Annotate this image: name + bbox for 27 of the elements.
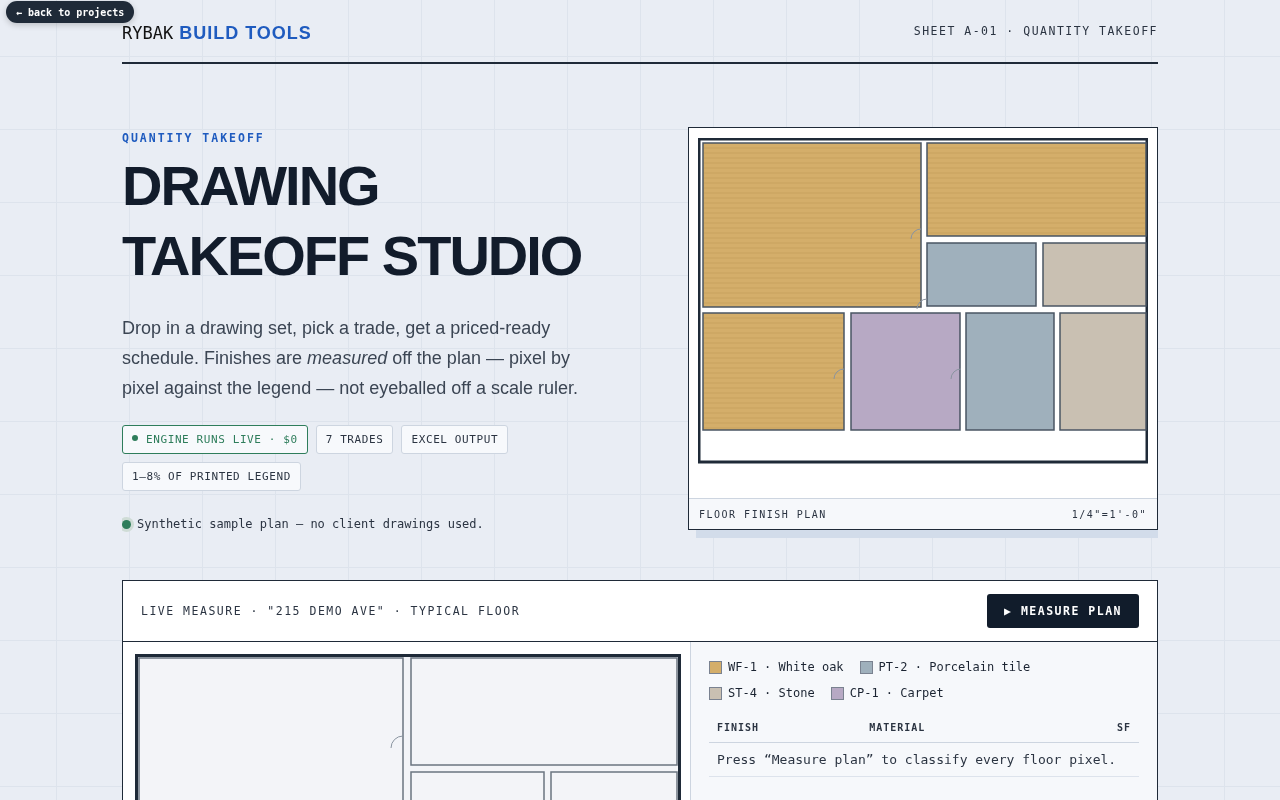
column-header: MATERIAL (868, 722, 927, 733)
status-dot-icon (132, 435, 138, 441)
sheet-label: SHEET A-01 · QUANTITY TAKEOFF (913, 24, 1158, 38)
eyebrow-label: QUANTITY TAKEOFF (122, 131, 266, 145)
feature-tag: ENGINE RUNS LIVE · $0 (122, 425, 308, 454)
legend-label: WF-1 · White oak (728, 660, 844, 674)
scale-label: 1/4"=1'-0" (1071, 508, 1147, 520)
empty-table-message: Press “Measure plan” to classify every floor pixel. (709, 743, 1139, 777)
status-dot-icon (122, 519, 131, 529)
intro-paragraph: Drop in a drawing set, pick a trade, get a priced-ready schedule. Finishes are measured off the plan — pixel by pixel against the legend — not eyeballed off a scale ruler. (122, 317, 579, 400)
page-title: TAKEOFF STUDIO (122, 223, 582, 289)
legend-label: ST-4 · Stone (728, 686, 815, 700)
back-button[interactable]: ← back to projects (6, 1, 135, 23)
brand-accent: BUILD TOOLS (179, 22, 312, 44)
feature-tag: 1–8% OF PRINTED LEGEND (122, 462, 301, 491)
column-header: SF (1116, 722, 1131, 733)
note-text: Synthetic sample plan — no client drawings used. (137, 517, 484, 531)
legend-label: CP-1 · Carpet (849, 686, 944, 700)
measure-plan-button[interactable]: ▶ MEASURE PLAN (987, 594, 1139, 628)
plan-caption: FLOOR FINISH PLAN (699, 508, 827, 520)
page-title: DRAWING (122, 153, 379, 219)
legend-label: PT-2 · Porcelain tile (878, 660, 1031, 674)
feature-tag: 7 TRADES (315, 425, 394, 454)
column-header: FINISH (717, 722, 760, 733)
panel-title: LIVE MEASURE · "215 DEMO AVE" · TYPICAL FLOOR (141, 604, 521, 618)
brand-name: RYBAK (122, 22, 174, 43)
feature-tag: EXCEL OUTPUT (401, 425, 509, 454)
